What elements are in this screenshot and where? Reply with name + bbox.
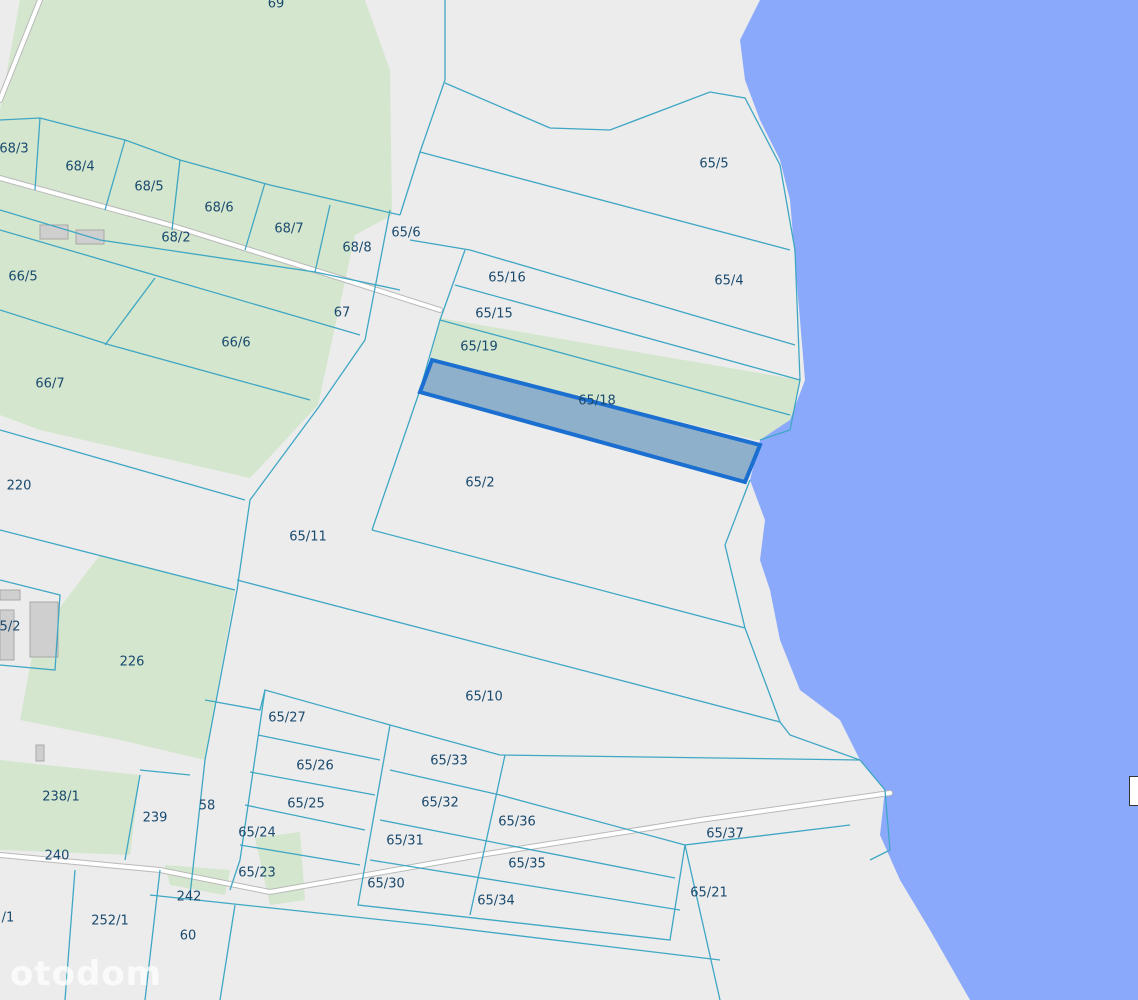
parcel-label: 65/4 bbox=[714, 274, 743, 289]
parcel-label: 65/27 bbox=[268, 711, 305, 726]
parcel-label: 65/35 bbox=[508, 857, 545, 872]
map-canvas[interactable]: 69 68/3 68/4 68/5 68/6 68/7 68/8 68/2 65… bbox=[0, 0, 1138, 1000]
parcel-label: 239 bbox=[143, 811, 168, 826]
parcel-label: 65/32 bbox=[421, 796, 458, 811]
parcel-label: 68/4 bbox=[65, 160, 94, 175]
parcel-label: 66/7 bbox=[35, 377, 64, 392]
parcel-label: 65/23 bbox=[238, 866, 275, 881]
parcel-label: 65/19 bbox=[460, 340, 497, 355]
parcel-label: 65/26 bbox=[296, 759, 333, 774]
parcel-label: 220 bbox=[7, 479, 32, 494]
parcel-label: 65/34 bbox=[477, 894, 514, 909]
parcel-label: 240 bbox=[45, 849, 70, 864]
parcel-label: 68/2 bbox=[161, 231, 190, 246]
parcel-label: 68/3 bbox=[0, 142, 29, 157]
parcel-label: 68/6 bbox=[204, 201, 233, 216]
parcel-label: 65/36 bbox=[498, 815, 535, 830]
map-edge-control[interactable] bbox=[1129, 776, 1138, 806]
parcel-label: 65/10 bbox=[465, 690, 502, 705]
parcel-label: 68/5 bbox=[134, 180, 163, 195]
otodom-watermark: otodom bbox=[10, 954, 163, 994]
parcel-label: 65/16 bbox=[488, 271, 525, 286]
parcel-label: 5/2 bbox=[0, 620, 20, 635]
parcel-label: 69 bbox=[268, 0, 285, 12]
parcel-label: 65/6 bbox=[391, 226, 420, 241]
parcel-label: 252/1 bbox=[91, 914, 128, 929]
parcel-label: 68/7 bbox=[274, 222, 303, 237]
parcel-label: 65/25 bbox=[287, 797, 324, 812]
parcel-label: /1 bbox=[2, 911, 15, 926]
parcel-label: 68/8 bbox=[342, 241, 371, 256]
parcel-label: 58 bbox=[199, 799, 216, 814]
parcel-label: 65/37 bbox=[706, 827, 743, 842]
parcel-label: 65/21 bbox=[690, 886, 727, 901]
parcel-label: 65/33 bbox=[430, 754, 467, 769]
parcel-label: 65/31 bbox=[386, 834, 423, 849]
parcel-label: 66/6 bbox=[221, 336, 250, 351]
parcel-label: 65/11 bbox=[289, 530, 326, 545]
parcel-label: 60 bbox=[180, 929, 197, 944]
parcel-label: 67 bbox=[334, 306, 351, 321]
parcel-label: 65/2 bbox=[465, 476, 494, 491]
parcel-label: 242 bbox=[177, 890, 202, 905]
parcel-label: 65/24 bbox=[238, 826, 275, 841]
parcel-label: 226 bbox=[120, 655, 145, 670]
parcel-label: 65/5 bbox=[699, 157, 728, 172]
parcel-label: 238/1 bbox=[42, 790, 79, 805]
cadastral-map[interactable]: 69 68/3 68/4 68/5 68/6 68/7 68/8 68/2 65… bbox=[0, 0, 1138, 1000]
parcel-label: 65/18 bbox=[578, 394, 615, 409]
parcel-label: 65/15 bbox=[475, 307, 512, 322]
parcel-label: 65/30 bbox=[367, 877, 404, 892]
parcel-label: 66/5 bbox=[8, 270, 37, 285]
